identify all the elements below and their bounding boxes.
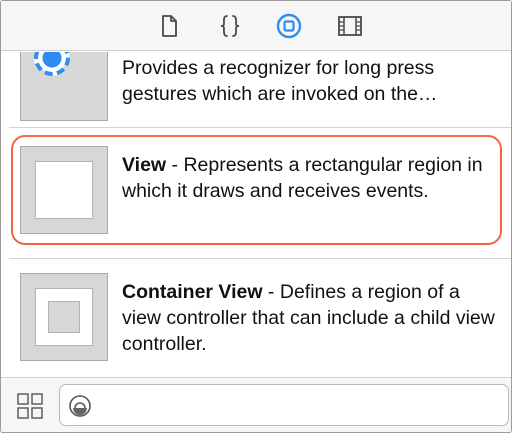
gesture-circle-icon [34, 52, 70, 76]
view-icon-inner [35, 161, 93, 219]
file-inspector-tab[interactable] [156, 13, 182, 39]
container-outer-shape [35, 288, 93, 346]
item-name: View [122, 154, 167, 176]
item-description: Provides a recognizer for long press ges… [122, 57, 438, 105]
object-library-panel: Provides a recognizer for long press ges… [0, 0, 512, 433]
list-item-view[interactable]: View - Represents a rectangular region i… [1, 135, 511, 247]
object-library-icon [276, 13, 302, 39]
grid-view-icon [17, 393, 43, 419]
view-icon [20, 146, 108, 234]
media-library-tab[interactable] [337, 13, 363, 39]
list-item-text: Provides a recognizer for long press ges… [122, 55, 497, 107]
filter-icon [69, 395, 91, 417]
list-item-text: Container View - Defines a region of a v… [122, 279, 497, 357]
inspector-tab-bar [1, 1, 511, 51]
item-name: Container View [122, 281, 263, 303]
media-library-icon [338, 16, 362, 36]
list-separator [9, 127, 511, 128]
code-snippet-tab[interactable] [217, 13, 243, 39]
long-press-gesture-icon [20, 52, 108, 121]
filter-field[interactable] [59, 384, 509, 426]
list-item-text: View - Represents a rectangular region i… [122, 152, 497, 204]
library-bottom-bar [1, 377, 511, 432]
item-separator: - [262, 281, 280, 303]
list-separator [9, 258, 511, 259]
container-inner-shape [48, 301, 80, 333]
item-separator: - [166, 154, 184, 176]
object-library-list[interactable]: Provides a recognizer for long press ges… [1, 52, 511, 377]
braces-icon [220, 15, 240, 37]
file-icon [162, 15, 177, 37]
container-view-icon [20, 273, 108, 361]
object-library-tab[interactable] [276, 13, 302, 39]
grid-view-button[interactable] [17, 393, 43, 419]
filter-input[interactable] [100, 391, 500, 419]
list-item-container-view[interactable]: Container View - Defines a region of a v… [1, 270, 511, 377]
